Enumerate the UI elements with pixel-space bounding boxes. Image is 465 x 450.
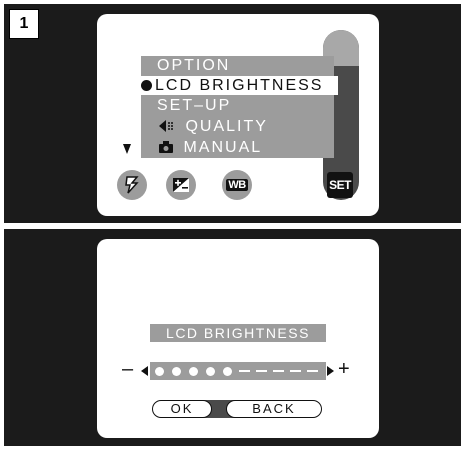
level-dot-filled: [223, 367, 232, 376]
brightness-level-bar: [150, 362, 326, 380]
menu-item-setup[interactable]: SET–UP: [157, 96, 231, 115]
level-dash-empty: [290, 370, 301, 372]
flash-icon: [125, 176, 139, 194]
minus-sign: –: [122, 358, 134, 380]
menu-item-label: QUALITY: [185, 118, 268, 135]
menu-item-label: LCD BRIGHTNESS: [155, 77, 324, 94]
decrease-arrow-icon[interactable]: [141, 366, 148, 376]
set-button[interactable]: SET: [327, 172, 353, 198]
back-button[interactable]: BACK: [226, 400, 322, 418]
camera-icon: [159, 141, 173, 153]
white-balance-button[interactable]: WB: [222, 170, 252, 200]
ok-button[interactable]: OK: [152, 400, 212, 418]
level-dot-filled: [206, 367, 215, 376]
level-dash-empty: [273, 370, 284, 372]
menu-item-quality[interactable]: QUALITY: [159, 117, 268, 136]
level-dot-filled: [155, 367, 164, 376]
action-buttons: OK BACK: [152, 400, 322, 418]
menu-item-option[interactable]: OPTION: [157, 56, 230, 75]
level-dash-empty: [307, 370, 318, 372]
level-dot-filled: [189, 367, 198, 376]
lcd-menu-screen: OPTION LCD BRIGHTNESS SET–UP QUALITY MAN…: [97, 14, 379, 216]
brightness-slider[interactable]: – +: [122, 358, 362, 381]
lcd-brightness-screen: LCD BRIGHTNESS – + OK BACK: [97, 239, 379, 438]
brightness-panel: LCD BRIGHTNESS – + OK BACK: [4, 229, 461, 446]
selected-bullet-icon: [141, 80, 152, 91]
level-dash-empty: [256, 370, 267, 372]
menu-panel: 1 OPTION LCD BRIGHTNESS SET–UP QUALITY M…: [4, 4, 461, 223]
menu-item-label: MANUAL: [183, 139, 263, 156]
menu-item-manual[interactable]: MANUAL: [159, 138, 262, 157]
white-balance-icon: WB: [226, 179, 248, 191]
quality-icon: [159, 120, 173, 132]
level-dash-empty: [239, 370, 250, 372]
flash-button[interactable]: [117, 170, 147, 200]
level-dot-filled: [172, 367, 181, 376]
exposure-compensation-button[interactable]: [166, 170, 196, 200]
plus-sign: +: [338, 358, 350, 380]
exposure-compensation-icon: [173, 178, 189, 192]
brightness-title: LCD BRIGHTNESS: [150, 324, 326, 342]
step-number: 1: [9, 9, 39, 39]
increase-arrow-icon[interactable]: [327, 366, 334, 376]
scroll-down-arrow-icon: [123, 144, 131, 154]
menu-item-lcd-brightness[interactable]: LCD BRIGHTNESS: [141, 76, 338, 95]
